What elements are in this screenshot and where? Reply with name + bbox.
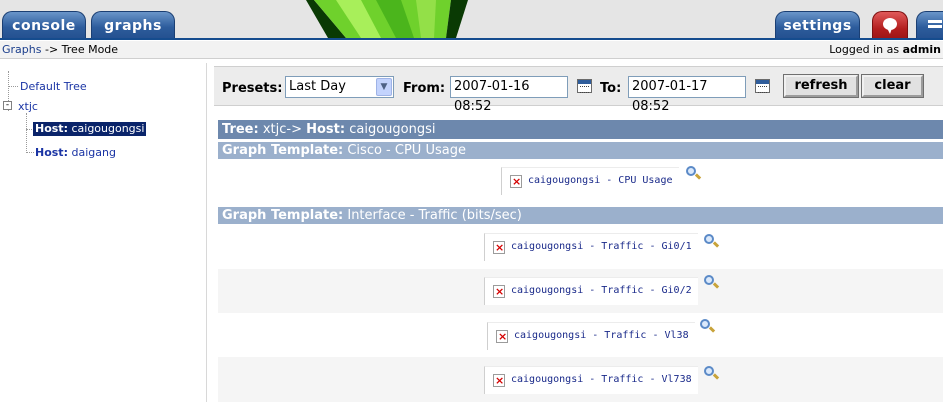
- host-prefix: Host:: [35, 146, 68, 159]
- to-label: To:: [600, 81, 622, 96]
- from-label: From:: [403, 81, 446, 96]
- calendar-icon[interactable]: [755, 79, 770, 93]
- broken-image-icon: [510, 169, 522, 195]
- tree-header-host-label: Host:: [306, 122, 346, 137]
- host-name: caigougongsi: [71, 122, 145, 135]
- presets-value: Last Day: [289, 79, 346, 94]
- zoom-icon[interactable]: [704, 234, 720, 248]
- graph-image[interactable]: caigougongsi - Traffic - Vl738: [484, 366, 698, 394]
- graph-template-header: Graph Template: Interface - Traffic (bit…: [218, 207, 943, 224]
- graph-row: caigougongsi - CPU Usage: [218, 160, 943, 204]
- tree-connector: [26, 152, 34, 153]
- tree-header-tree: xtjc->: [262, 122, 302, 137]
- tree-header-label: Tree:: [222, 122, 259, 137]
- graph-template-header: Graph Template: Cisco - CPU Usage: [218, 142, 943, 159]
- presets-select[interactable]: Last Day ▼: [285, 76, 394, 98]
- graph-template-label: Graph Template:: [222, 208, 344, 223]
- tree-node-default-tree[interactable]: Default Tree: [20, 80, 87, 93]
- tree-connector: [26, 129, 32, 130]
- graph-row: caigougongsi - Traffic - Vl38: [218, 313, 943, 357]
- graph-image[interactable]: caigougongsi - CPU Usage: [501, 167, 679, 195]
- breadcrumb-bar: Graphs -> Tree Mode Logged in as admin: [0, 41, 943, 59]
- from-date-input[interactable]: 2007-01-16 08:52: [450, 76, 568, 114]
- zoom-icon[interactable]: [704, 275, 720, 289]
- host-name: daigang: [71, 146, 116, 159]
- graph-image[interactable]: caigougongsi - Traffic - Gi0/1: [484, 233, 698, 261]
- broken-image-icon: [496, 324, 508, 350]
- graph-title: caigougongsi - Traffic - Gi0/2: [511, 285, 692, 296]
- graph-row: caigougongsi - Traffic - Gi0/1: [218, 225, 943, 269]
- graph-template-name: Interface - Traffic (bits/sec): [347, 208, 522, 223]
- tree-node-host-selected[interactable]: Host: caigougongsi: [33, 122, 147, 136]
- tab-graphs[interactable]: graphs: [91, 11, 175, 40]
- menu-icon: [928, 20, 942, 28]
- dropdown-arrow-icon[interactable]: ▼: [376, 78, 392, 96]
- timespan-filter-bar: Presets: Last Day ▼ From: 2007-01-16 08:…: [214, 66, 943, 114]
- graph-title: caigougongsi - CPU Usage: [528, 175, 673, 186]
- tree-node-xtjc[interactable]: xtjc: [18, 100, 38, 113]
- zoom-icon[interactable]: [704, 366, 720, 380]
- graph-row: caigougongsi - Traffic - Gi0/2: [218, 269, 943, 313]
- tree-connector: [8, 86, 18, 87]
- graph-list: Tree: xtjc-> Host: caigougongsi Graph Te…: [214, 116, 943, 402]
- tree-node-host[interactable]: Host: daigang: [35, 146, 116, 159]
- breadcrumb-separator: ->: [44, 43, 59, 56]
- zoom-icon[interactable]: [700, 319, 716, 333]
- tab-help[interactable]: [872, 11, 908, 40]
- main-content: Presets: Last Day ▼ From: 2007-01-16 08:…: [214, 66, 943, 402]
- graph-tree: Default Tree - xtjc Host: caigougongsi H…: [0, 63, 207, 402]
- tree-connector: [26, 113, 27, 151]
- host-prefix: Host:: [35, 122, 68, 135]
- refresh-button[interactable]: refresh: [783, 74, 859, 98]
- tab-settings[interactable]: settings: [775, 11, 860, 40]
- tab-menu[interactable]: [916, 11, 943, 40]
- zoom-icon[interactable]: [686, 166, 702, 180]
- breadcrumb-graphs-link[interactable]: Graphs: [2, 43, 41, 56]
- login-prefix: Logged in as: [829, 43, 900, 56]
- login-user: admin: [902, 43, 941, 56]
- banner-graphic: [306, 0, 468, 38]
- breadcrumb-current: Tree Mode: [61, 43, 119, 56]
- login-status: Logged in as admin: [829, 41, 941, 58]
- graph-image[interactable]: caigougongsi - Traffic - Gi0/2: [484, 277, 698, 305]
- to-date-input[interactable]: 2007-01-17 08:52: [628, 76, 746, 114]
- tree-header: Tree: xtjc-> Host: caigougongsi: [218, 120, 943, 139]
- graph-template-name: Cisco - CPU Usage: [347, 143, 466, 158]
- broken-image-icon: [493, 368, 505, 394]
- top-tab-bar: console graphs settings: [0, 0, 943, 40]
- graph-title: caigougongsi - Traffic - Vl738: [511, 374, 692, 385]
- broken-image-icon: [493, 279, 505, 305]
- tab-bar-rule: [0, 38, 943, 40]
- calendar-icon[interactable]: [577, 79, 592, 93]
- tree-header-host: caigougongsi: [349, 122, 436, 137]
- graph-title: caigougongsi - Traffic - Gi0/1: [511, 241, 692, 252]
- broken-image-icon: [493, 235, 505, 261]
- graph-template-label: Graph Template:: [222, 143, 344, 158]
- breadcrumb: Graphs -> Tree Mode: [2, 41, 118, 58]
- help-icon: [883, 18, 897, 34]
- clear-button[interactable]: clear: [861, 74, 924, 98]
- graph-row: caigougongsi - Traffic - Vl738: [218, 357, 943, 402]
- presets-label: Presets:: [222, 81, 283, 96]
- graph-title: caigougongsi - Traffic - Vl38: [514, 330, 689, 341]
- tab-console[interactable]: console: [2, 11, 86, 40]
- tree-collapse-toggle[interactable]: -: [3, 101, 12, 110]
- graph-image[interactable]: caigougongsi - Traffic - Vl38: [487, 322, 695, 350]
